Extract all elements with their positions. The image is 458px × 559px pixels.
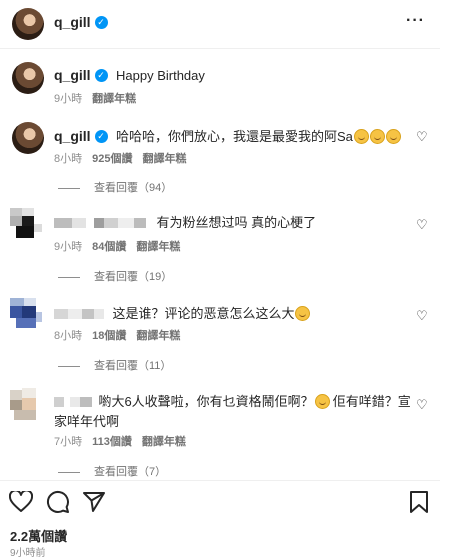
view-replies-label[interactable]: 查看回覆（7） [94, 466, 166, 478]
thinking-emoji-icon [295, 306, 311, 322]
comment-meta: 8小時 925個讚 翻譯年糕 [54, 150, 196, 166]
view-replies-label[interactable]: 查看回覆（19） [94, 271, 172, 283]
view-replies[interactable]: 查看回覆（7） [58, 463, 166, 479]
post-likes[interactable]: 2.2萬個讚 [10, 526, 67, 545]
laughing-emoji-icon [385, 129, 401, 145]
comment-username[interactable]: q_gill [54, 128, 91, 144]
comment-likes[interactable]: 84個讚 [92, 241, 126, 253]
replies-divider [58, 276, 80, 278]
laughing-emoji-icon [369, 129, 385, 145]
comment-body: 有为粉丝想过吗 真的心梗了 [54, 212, 316, 232]
reply-link[interactable]: 翻譯年糕 [136, 330, 180, 342]
caption-text: Happy Birthday [116, 68, 205, 83]
reply-link[interactable]: 翻譯年糕 [142, 153, 186, 165]
laughing-emoji-icon [314, 394, 330, 410]
laughing-emoji-icon [353, 129, 369, 145]
blurred-username [80, 396, 92, 407]
heart-icon[interactable]: ♡ [416, 397, 428, 413]
comment-text: 家咩年代啊 [54, 414, 120, 429]
post-header: q_gill ✓ [54, 14, 108, 32]
blurred-username [72, 217, 86, 228]
view-replies-label[interactable]: 查看回覆（94） [94, 182, 172, 194]
view-replies[interactable]: 查看回覆（19） [58, 268, 172, 284]
share-icon[interactable] [82, 490, 106, 514]
comment-avatar[interactable] [12, 122, 44, 154]
comment-meta: 9小時 84個讚 翻譯年糕 [54, 238, 190, 254]
action-divider [0, 480, 440, 481]
blurred-username [94, 217, 104, 228]
comment-time: 8小時 [54, 330, 83, 342]
caption-avatar[interactable] [12, 62, 44, 94]
caption-username[interactable]: q_gill [54, 67, 91, 83]
blurred-username [104, 217, 118, 228]
comment-meta: 7小時 113個讚 翻譯年糕 [54, 433, 196, 449]
comment-text: 这是谁？评论的恶意怎么这么大 [112, 306, 295, 321]
comment-text: 喲大6人收聲啦，你有乜資格鬧佢啊？ [98, 394, 314, 409]
post-avatar[interactable] [12, 8, 44, 40]
verified-icon: ✓ [94, 130, 108, 144]
blurred-username [118, 217, 134, 228]
comment-avatar[interactable] [8, 208, 44, 242]
view-replies[interactable]: 查看回覆（94） [58, 179, 172, 195]
comment-body: 喲大6人收聲啦，你有乜資格鬧佢啊？ 佢有咩錯？宣 家咩年代啊 [54, 392, 414, 432]
bookmark-icon[interactable] [408, 490, 430, 514]
comment-meta: 8小時 18個讚 翻譯年糕 [54, 327, 190, 343]
comment-avatar[interactable] [8, 298, 44, 332]
blurred-username [70, 396, 80, 407]
post-username[interactable]: q_gill [54, 14, 91, 30]
comment-time: 8小時 [54, 153, 83, 165]
blurred-username [134, 217, 146, 228]
blurred-username[interactable] [54, 396, 64, 407]
view-replies[interactable]: 查看回覆（11） [58, 357, 171, 373]
header-divider [0, 48, 440, 49]
blurred-username[interactable] [54, 308, 68, 319]
comment-body: q_gill ✓ 哈哈哈，你們放心，我還是最愛我的阿Sa [54, 126, 401, 146]
verified-icon: ✓ [94, 69, 108, 83]
heart-icon[interactable] [9, 491, 33, 513]
replies-divider [58, 187, 80, 189]
comment-text: 哈哈哈，你們放心，我還是最愛我的阿Sa [116, 129, 353, 144]
comment-likes[interactable]: 925個讚 [92, 153, 132, 165]
heart-icon[interactable]: ♡ [416, 217, 428, 233]
caption-time: 9小時 [54, 93, 83, 105]
translate-link[interactable]: 翻譯年糕 [92, 93, 136, 105]
blurred-username [82, 308, 94, 319]
replies-divider [58, 471, 80, 473]
comment-likes[interactable]: 113個讚 [92, 436, 132, 448]
comment-time: 9小時 [54, 241, 83, 253]
more-icon[interactable]: ··· [406, 12, 425, 30]
post-time: 9小時前 [10, 548, 46, 559]
caption: q_gill ✓ Happy Birthday [54, 67, 205, 85]
comment-text: 佢有咩錯？宣 [332, 394, 411, 409]
comment-avatar[interactable] [8, 388, 44, 422]
caption-meta: 9小時 翻譯年糕 [54, 90, 146, 106]
comment-text: 有为粉丝想过吗 真的心梗了 [156, 215, 317, 230]
view-replies-label[interactable]: 查看回覆（11） [94, 360, 171, 372]
comment-body: 这是谁？评论的恶意怎么这么大 [54, 303, 311, 323]
reply-link[interactable]: 翻譯年糕 [136, 241, 180, 253]
replies-divider [58, 365, 80, 367]
blurred-username[interactable] [54, 217, 72, 228]
heart-icon[interactable]: ♡ [416, 308, 428, 324]
comment-time: 7小時 [54, 436, 83, 448]
comment-likes[interactable]: 18個讚 [92, 330, 126, 342]
verified-icon: ✓ [94, 16, 108, 30]
comment-icon[interactable] [46, 490, 70, 514]
heart-icon[interactable]: ♡ [416, 129, 428, 145]
reply-link[interactable]: 翻譯年糕 [142, 436, 186, 448]
blurred-username [94, 308, 104, 319]
blurred-username [68, 308, 82, 319]
